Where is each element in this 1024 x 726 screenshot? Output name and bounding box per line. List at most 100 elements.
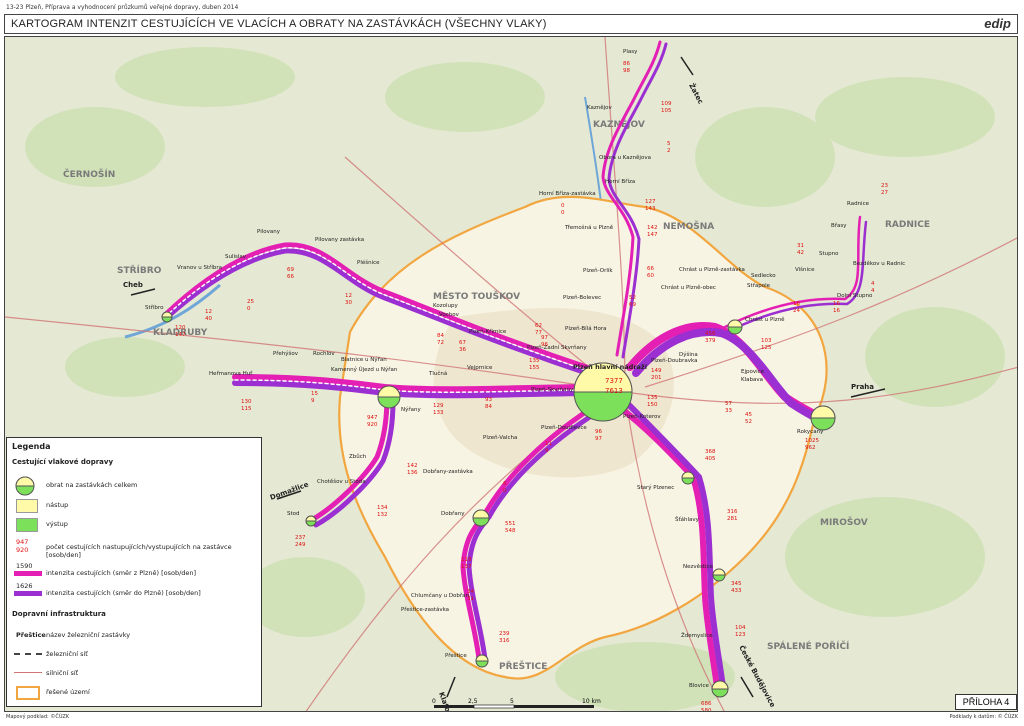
count-on: 93 <box>485 397 492 403</box>
station-name: Bezděkov u Radnic <box>853 260 905 267</box>
count-off: 69 <box>629 302 636 308</box>
station-marker-rokycany[interactable] <box>810 405 836 431</box>
station-name: Sulislav <box>225 254 247 260</box>
count-off: 580 <box>701 708 712 712</box>
legend-sample-to: 1626 <box>16 582 33 590</box>
count-off: 16 <box>833 308 840 314</box>
station-marker-stod[interactable] <box>305 515 317 527</box>
station-name: Dobřany-zastávka <box>423 468 473 475</box>
scale-label: 2,5 <box>468 698 478 705</box>
count-off: 52 <box>745 419 752 425</box>
road-swatch <box>14 672 42 673</box>
station-name: Radnice <box>847 201 870 207</box>
count-on: 104 <box>735 625 746 631</box>
count-on: 6 <box>503 481 507 487</box>
station-name: Blatnice u Nýřan <box>341 356 387 363</box>
count-off: 249 <box>295 542 306 548</box>
legend-label: řešené území <box>46 688 90 696</box>
station-name: Nýřany <box>401 406 421 413</box>
count-off: 9 <box>545 448 549 454</box>
count-off: 42 <box>797 250 804 256</box>
count-on: 86 <box>623 61 630 67</box>
count-off: 316 <box>499 638 510 644</box>
station-name: Třemošná u Plzně <box>564 224 614 231</box>
count-off: 98 <box>623 68 630 74</box>
count-on: 52 <box>629 295 636 301</box>
station-name: Dobřany <box>441 510 465 517</box>
legend-label: počet cestujících nastupujících/vystupuj… <box>46 543 232 559</box>
station-name: Stupno <box>819 251 839 257</box>
station-name: Plzeň-Bílá Hora <box>565 325 606 332</box>
station-name: Vejprnice <box>467 365 493 371</box>
count-on: 127 <box>645 199 656 205</box>
count-off: 31 <box>467 596 474 602</box>
count-on: 551 <box>505 521 516 527</box>
count-off: 433 <box>731 588 742 594</box>
station-name: Višnice <box>795 266 815 273</box>
count-off: 36 <box>459 347 466 353</box>
count-off: 123 <box>735 632 746 638</box>
station-marker-blovice[interactable] <box>711 680 729 698</box>
count-on: 109 <box>661 101 672 107</box>
legend-area: řešené území <box>12 685 258 700</box>
station-marker-prestice[interactable] <box>475 654 489 668</box>
count-off: 33 <box>725 408 732 414</box>
station-marker-stribro[interactable] <box>161 311 173 323</box>
title-bar: KARTOGRAM INTENZIT CESTUJÍCÍCH VE VLACÍC… <box>4 14 1018 34</box>
legend-counts: 947 920 počet cestujících nastupujících/… <box>12 538 258 559</box>
count-on: 1025 <box>805 438 819 444</box>
station-marker-dobrany[interactable] <box>472 509 490 527</box>
station-name: Plzeň-Valcha <box>483 434 517 441</box>
station-marker-nyrany[interactable] <box>377 385 401 409</box>
count-off: 125 <box>761 345 772 351</box>
legend-label: výstup <box>46 520 68 528</box>
scale-svg: 0 2,5 5 10 km <box>432 698 601 709</box>
footer-left: Mapový podklad: ©ČÚZK <box>6 714 70 720</box>
station-name: Plzeň-Orlík <box>583 267 613 274</box>
station-marker-nezvestice[interactable] <box>712 568 726 582</box>
station-name: Sedlecko <box>751 273 776 279</box>
station-marker-dysina[interactable] <box>727 319 743 335</box>
count-off: 115 <box>241 406 252 412</box>
count-on: 31 <box>797 243 804 249</box>
count-off: 136 <box>407 470 418 476</box>
station-name: Chrást u Plzně <box>745 316 785 323</box>
count-on: 34 <box>467 589 474 595</box>
station-name: Rokycany <box>797 429 824 435</box>
station-name: Obora u Kaznějova <box>599 154 651 161</box>
count-on: 149 <box>651 368 662 374</box>
legend-alighting: výstup <box>12 517 258 532</box>
station-name: Vochov <box>439 312 460 318</box>
count-off: 150 <box>647 402 658 408</box>
count-off: 9 <box>311 398 315 404</box>
station-name: Stod <box>287 511 300 517</box>
station-name: Pilovany <box>257 229 281 235</box>
legend-sample-from: 1590 <box>16 562 33 570</box>
place-name: PŘEŠTICE <box>499 660 547 672</box>
legend-label: intenzita cestujících (směr do Plzně) [o… <box>46 589 201 597</box>
legend-to: 1626 intenzita cestujících (směr do Plzn… <box>12 582 258 600</box>
count-on: 345 <box>731 581 742 587</box>
count-off: 920 <box>367 422 378 428</box>
station-name: Blovice <box>689 683 709 689</box>
count-off: 137 <box>461 564 472 570</box>
place-name: NEMOŠNA <box>663 220 714 232</box>
station-name: Přehýšov <box>273 350 299 357</box>
count-on: 69 <box>287 267 294 273</box>
to-line-swatch <box>14 591 42 596</box>
count-on: 103 <box>761 338 772 344</box>
count-on: 947 <box>367 415 378 421</box>
place-name: MĚSTO TOUŠKOV <box>433 290 520 302</box>
count-on: 12 <box>205 309 212 315</box>
turnover-icon <box>15 476 35 496</box>
station-name: Plzeň-Doubravka <box>651 357 698 364</box>
station-name: Plzeň-Křimice <box>469 328 507 335</box>
count-off: 27 <box>881 190 888 196</box>
count-on: 135 <box>529 358 540 364</box>
station-marker-hub[interactable] <box>573 362 633 422</box>
count-on: 62 <box>535 323 542 329</box>
station-marker-stary-plzenec[interactable] <box>681 471 695 485</box>
alighting-swatch <box>16 518 38 532</box>
count-on: 96 <box>595 429 602 435</box>
count-off: 72 <box>437 340 444 346</box>
